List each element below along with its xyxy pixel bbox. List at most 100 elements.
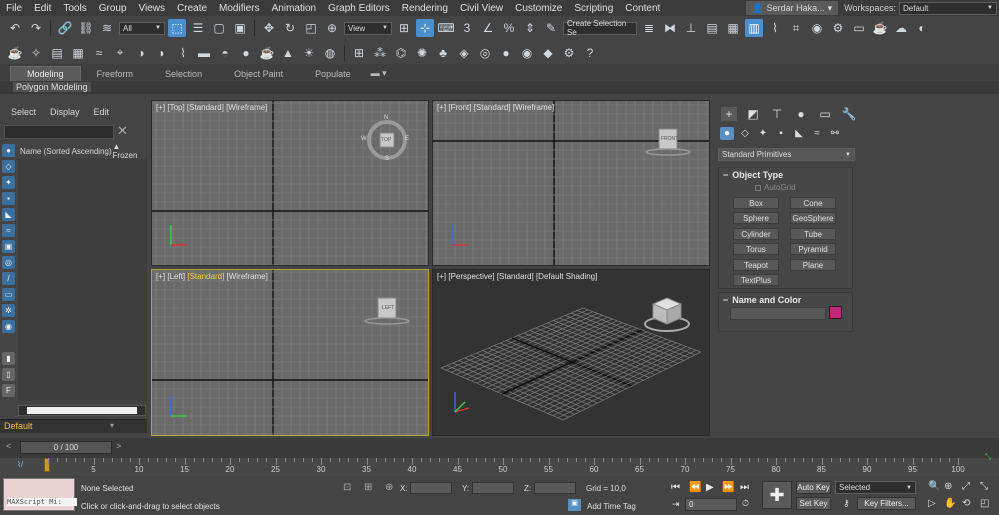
display-lights-icon[interactable]: ✦ [2, 176, 15, 189]
ribbon-tab-selection[interactable]: Selection [149, 67, 218, 81]
viewcube-3d-icon[interactable] [641, 292, 693, 336]
edit-named-selection-icon[interactable]: ✎ [542, 19, 560, 37]
current-frame-marker[interactable] [44, 458, 50, 472]
cloth-icon[interactable]: ◗ [153, 44, 171, 62]
scale-icon[interactable]: ◰ [302, 19, 320, 37]
scene-explorer-list[interactable] [18, 159, 147, 401]
display-all-icon[interactable]: ▮ [2, 352, 15, 365]
placement-icon[interactable]: ⊕ [323, 19, 341, 37]
curve-editor-mini-icon[interactable]: ⌇/ [17, 460, 23, 469]
viewport-left[interactable]: [+] [Left] [Standard] [Wireframe] LEFT [151, 269, 429, 436]
add-time-tag[interactable]: Add Time Tag [587, 502, 636, 511]
window-crossing-icon[interactable]: ▣ [231, 19, 249, 37]
move-icon[interactable]: ✥ [260, 19, 278, 37]
set-keys-icon[interactable]: ✚ [762, 481, 792, 509]
cone-primitive-icon[interactable]: ▲ [279, 44, 297, 62]
motion-tab-icon[interactable]: ● [793, 107, 809, 121]
sun-icon[interactable]: ☀ [300, 44, 318, 62]
scene-explorer-menu-edit[interactable]: Edit [94, 107, 110, 117]
curve-editor-icon[interactable]: ⌇ [766, 19, 784, 37]
key-mode-icon[interactable]: ⇥ [672, 499, 680, 510]
menu-customize[interactable]: Customize [509, 3, 568, 14]
selection-filter-dropdown[interactable]: All ▼ [119, 21, 165, 35]
key-mode-dropdown[interactable]: Selected ▼ [835, 481, 916, 494]
selection-lock-icon[interactable]: ⊞ [364, 482, 372, 493]
foliage-icon[interactable]: ♣ [434, 44, 452, 62]
help-icon[interactable]: ? [581, 44, 599, 62]
ribbon-options-icon[interactable]: ▬ ▾ [367, 66, 391, 81]
create-tab-icon[interactable]: + [721, 107, 737, 121]
play-icon[interactable]: ▶ [706, 482, 714, 493]
scene-explorer-menu-select[interactable]: Select [11, 107, 36, 117]
render-setup-icon[interactable]: ⚙ [829, 19, 847, 37]
mirror-icon[interactable]: ⧓ [661, 19, 679, 37]
menu-animation[interactable]: Animation [266, 3, 322, 14]
time-slider-left-icon[interactable]: < [6, 441, 11, 451]
align-icon[interactable]: ⊥ [682, 19, 700, 37]
autogrid-checkbox[interactable]: AutoGrid [755, 183, 796, 192]
menu-file[interactable]: File [0, 3, 28, 14]
cylinder-button[interactable]: Cylinder [733, 228, 779, 240]
named-selection-set-dropdown[interactable]: Create Selection Se [563, 19, 637, 37]
material-editor-icon[interactable]: ◉ [808, 19, 826, 37]
display-geometry-icon[interactable]: ● [2, 144, 15, 157]
cone-button[interactable]: Cone [790, 197, 836, 209]
modify-tab-icon[interactable]: ◩ [745, 107, 761, 121]
viewport-label[interactable]: [+] [Front] [Standard] [Wireframe] [437, 103, 554, 112]
key-icon[interactable]: ⚷ [843, 498, 850, 509]
toggle-ribbon-icon[interactable]: ▥ [745, 19, 763, 37]
hemisphere-icon[interactable]: ◓ [216, 44, 234, 62]
time-slider-right-icon[interactable]: > [116, 441, 121, 451]
scene-explorer-search-input[interactable] [4, 125, 114, 139]
object-color-swatch[interactable] [829, 306, 842, 319]
toggle-scene-explorer-icon[interactable]: ▤ [703, 19, 721, 37]
workspace-dropdown[interactable]: Default ▼ [899, 1, 997, 15]
viewport-top[interactable]: [+] [Top] [Standard] [Wireframe] N E S W… [151, 100, 429, 266]
z-coordinate-field[interactable] [534, 482, 576, 494]
settings-icon[interactable]: ⚙ [560, 44, 578, 62]
sky-icon[interactable]: ◍ [321, 44, 339, 62]
ribbon-tab-populate[interactable]: Populate [299, 67, 367, 81]
particles-icon[interactable]: ⁂ [371, 44, 389, 62]
x-coordinate-field[interactable] [410, 482, 452, 494]
render-sphere-icon[interactable]: ◉ [518, 44, 536, 62]
vray-icon[interactable]: ◆ [539, 44, 557, 62]
column-frozen[interactable]: ▲ Frozen [113, 142, 147, 160]
viewcube[interactable]: FRONT [643, 125, 693, 159]
auto-key-button[interactable]: Auto Key [796, 481, 831, 494]
hair-icon[interactable]: ⌇ [174, 44, 192, 62]
viewcube[interactable]: LEFT [362, 294, 412, 328]
hdri-icon[interactable]: ◈ [455, 44, 473, 62]
display-invert-icon[interactable]: F [2, 384, 15, 397]
systems-icon[interactable]: ⚯ [828, 127, 842, 140]
viewport-label[interactable]: [+] [Left] [Standard] [Wireframe] [156, 272, 268, 281]
time-tag-icon[interactable]: ▣ [568, 499, 581, 511]
undo-icon[interactable]: ↶ [6, 19, 24, 37]
column-name[interactable]: Name (Sorted Ascending) [18, 147, 113, 156]
scene-list-icon[interactable]: ▤ [48, 44, 66, 62]
object-type-header[interactable]: − Object Type [719, 168, 852, 181]
toggle-layer-explorer-icon[interactable]: ▦ [724, 19, 742, 37]
zoom-icon[interactable]: 🔍 [928, 481, 940, 492]
close-icon[interactable]: ✕ [117, 123, 128, 139]
display-groups-icon[interactable]: ▣ [2, 240, 15, 253]
chevron-down-icon[interactable]: ▾ [110, 421, 114, 430]
menu-create[interactable]: Create [171, 3, 213, 14]
menu-views[interactable]: Views [133, 3, 172, 14]
hierarchy-tab-icon[interactable]: ⊤ [769, 107, 785, 121]
keyboard-shortcut-override-icon[interactable]: ⌨ [437, 19, 455, 37]
tube-button[interactable]: Tube [790, 228, 836, 240]
expand-track-icon[interactable]: ⤡ [985, 452, 991, 462]
display-cameras-icon[interactable]: ▪ [2, 192, 15, 205]
spinner-snap-icon[interactable]: ⇕ [521, 19, 539, 37]
geosphere-button[interactable]: GeoSphere [790, 212, 836, 224]
isolate-selection-icon[interactable]: ⊡ [343, 482, 351, 493]
zoom-all-icon[interactable]: ⊕ [944, 481, 952, 492]
sphere-button[interactable]: Sphere [733, 212, 779, 224]
viewport-perspective[interactable]: [+] [Perspective] [Standard] [Default Sh… [432, 269, 710, 436]
utilities-tab-icon[interactable]: 🔧 [841, 107, 857, 121]
bind-space-warp-icon[interactable]: ≋ [98, 19, 116, 37]
menu-modifiers[interactable]: Modifiers [213, 3, 266, 14]
display-hidden-icon[interactable]: ◉ [2, 320, 15, 333]
ribbon-tab-freeform[interactable]: Freeform [81, 67, 150, 81]
